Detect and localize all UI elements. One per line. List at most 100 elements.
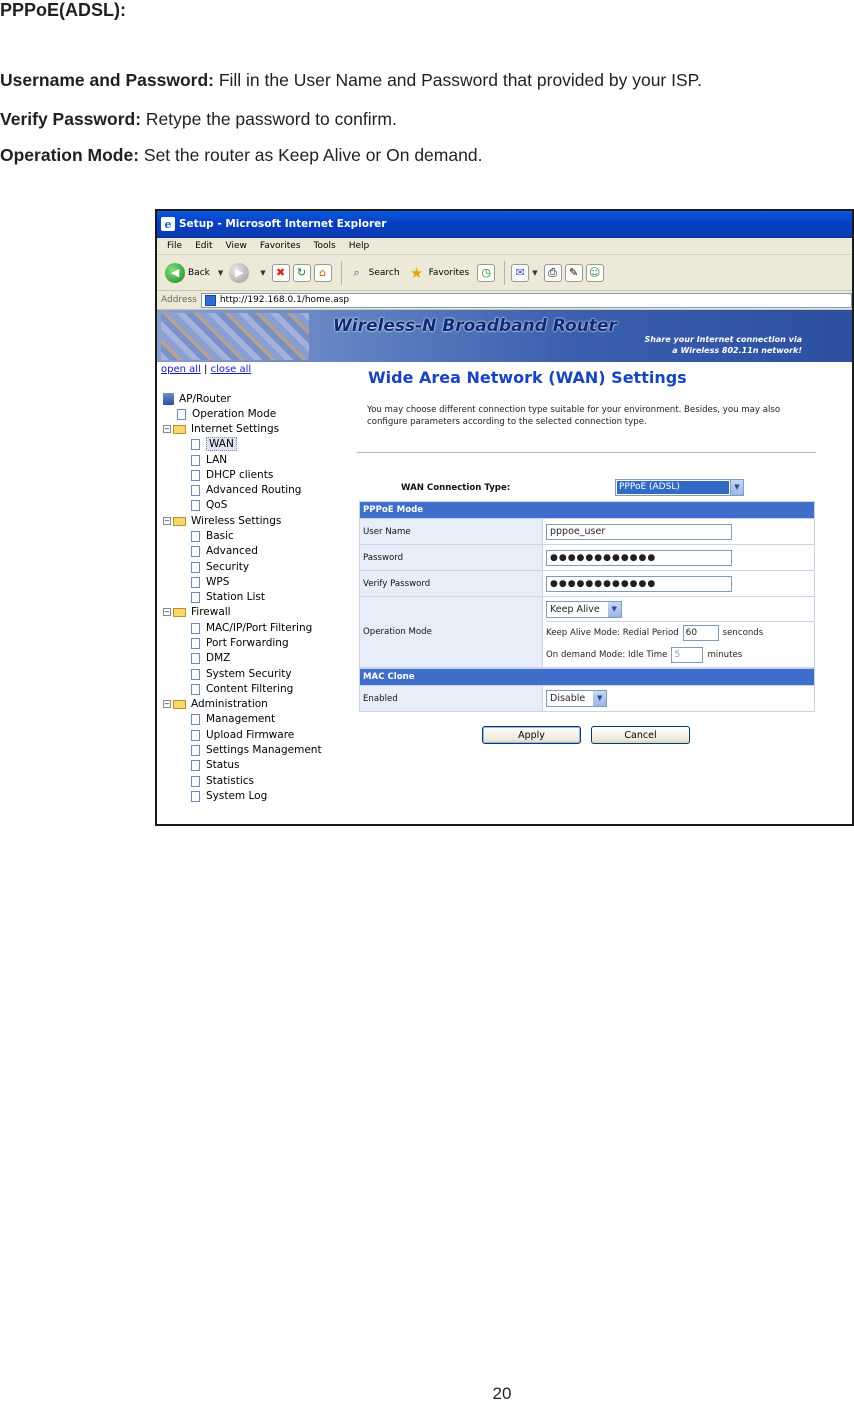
back-dropdown-icon[interactable]: ▼ <box>218 269 223 277</box>
dropdown-arrow-icon: ▼ <box>593 691 607 706</box>
wan-page-title: Wide Area Network (WAN) Settings <box>368 368 687 387</box>
tree-wan[interactable]: WAN <box>191 437 237 451</box>
forward-dropdown-icon[interactable]: ▼ <box>260 269 265 277</box>
tree-root[interactable]: AP/Router <box>163 392 231 406</box>
desc-verify: Retype the password to confirm. <box>141 109 397 129</box>
open-all-link[interactable]: open all <box>161 364 201 375</box>
menu-tools[interactable]: Tools <box>314 241 336 251</box>
menu-file[interactable]: File <box>167 241 182 251</box>
search-label: Search <box>368 267 400 278</box>
page-icon <box>191 530 200 542</box>
banner-tagline-line2: a Wireless 802.11n network! <box>672 346 802 355</box>
back-button[interactable]: ◀ Back <box>165 262 210 283</box>
apply-button[interactable]: Apply <box>482 726 581 744</box>
collapse-icon[interactable]: − <box>163 425 171 433</box>
mac-clone-enabled-label: Enabled <box>359 685 543 712</box>
folder-icon <box>173 516 186 526</box>
keepalive-row: Keep Alive Mode: Redial Period 60 sencon… <box>546 622 814 644</box>
tree-advanced-routing[interactable]: Advanced Routing <box>191 483 301 497</box>
menu-view[interactable]: View <box>226 241 247 251</box>
stop-icon[interactable]: ✖ <box>271 263 290 282</box>
tree-label: Security <box>206 561 250 573</box>
tree-operation-mode[interactable]: Operation Mode <box>177 407 276 421</box>
tree-internet-settings[interactable]: − Internet Settings <box>163 422 279 436</box>
tree-wps[interactable]: WPS <box>191 575 229 589</box>
tree-statistics[interactable]: Statistics <box>191 774 254 788</box>
collapse-icon[interactable]: − <box>163 700 171 708</box>
ondemand-unit: minutes <box>707 650 743 660</box>
verify-password-label: Verify Password <box>359 570 543 597</box>
tree-system-security[interactable]: System Security <box>191 667 292 681</box>
tree-wireless-settings[interactable]: − Wireless Settings <box>163 514 281 528</box>
history-icon[interactable]: ◷ <box>477 263 496 282</box>
tree-settings-management[interactable]: Settings Management <box>191 743 322 757</box>
tree-security[interactable]: Security <box>191 560 249 574</box>
ie-logo-icon: e <box>161 217 175 231</box>
tree-root-label: AP/Router <box>179 393 231 405</box>
tree-dhcp-clients[interactable]: DHCP clients <box>191 468 273 482</box>
redial-period-input[interactable]: 60 <box>682 625 719 641</box>
dropdown-arrow-icon[interactable]: ▼ <box>730 480 743 495</box>
tree-qos[interactable]: QoS <box>191 498 227 512</box>
print-icon[interactable]: ⎙ <box>543 263 562 282</box>
operation-mode-select[interactable]: Keep Alive ▼ <box>546 601 622 618</box>
password-input[interactable]: ●●●●●●●●●●●● <box>546 549 732 566</box>
operation-mode-label: Operation Mode <box>359 596 543 668</box>
tree-lan[interactable]: LAN <box>191 453 227 467</box>
tree-mac-ip-port-filtering[interactable]: MAC/IP/Port Filtering <box>191 621 312 635</box>
mac-clone-select[interactable]: Disable ▼ <box>546 690 608 707</box>
menu-favorites[interactable]: Favorites <box>260 241 301 251</box>
address-input[interactable]: http://192.168.0.1/home.asp <box>200 292 852 308</box>
messenger-icon[interactable]: ☺ <box>585 263 604 282</box>
menu-edit[interactable]: Edit <box>195 241 212 251</box>
search-button[interactable]: ⌕ Search <box>348 264 400 282</box>
home-icon[interactable]: ⌂ <box>313 263 332 282</box>
banner-photo <box>161 313 309 360</box>
collapse-icon[interactable]: − <box>163 517 171 525</box>
ondemand-row: On demand Mode: Idle Time 5 minutes <box>546 644 814 666</box>
tree-system-log[interactable]: System Log <box>191 789 267 803</box>
toolbar-separator <box>504 260 506 285</box>
username-input[interactable]: pppoe_user <box>546 523 732 540</box>
pppoe-table: PPPoE Mode User Name pppoe_user Password… <box>359 501 815 668</box>
term-username: Username and Password: <box>0 70 214 90</box>
page-icon <box>191 790 200 802</box>
tree-management[interactable]: Management <box>191 712 275 726</box>
tree-status[interactable]: Status <box>191 758 239 772</box>
tree-advanced[interactable]: Advanced <box>191 544 258 558</box>
tree-port-forwarding[interactable]: Port Forwarding <box>191 636 289 650</box>
tree-firewall[interactable]: − Firewall <box>163 605 231 619</box>
close-all-link[interactable]: close all <box>211 364 252 375</box>
dropdown-arrow-icon: ▼ <box>607 602 621 617</box>
tree-station-list[interactable]: Station List <box>191 590 265 604</box>
page-number: 20 <box>492 1384 512 1401</box>
connection-type-select[interactable]: PPPoE (ADSL) ▼ <box>615 479 744 496</box>
page-icon <box>191 759 200 771</box>
tree-upload-firmware[interactable]: Upload Firmware <box>191 728 294 742</box>
menu-help[interactable]: Help <box>349 241 370 251</box>
mail-dropdown-icon[interactable]: ▼ <box>532 269 537 277</box>
page-icon <box>191 637 200 649</box>
keepalive-unit: senconds <box>722 628 764 638</box>
page-icon <box>191 499 200 511</box>
edit-icon[interactable]: ✎ <box>564 263 583 282</box>
address-label: Address <box>161 295 197 305</box>
mail-icon[interactable]: ✉ <box>511 263 530 282</box>
verify-password-input[interactable]: ●●●●●●●●●●●● <box>546 575 732 592</box>
cancel-button[interactable]: Cancel <box>591 726 690 744</box>
tree-administration[interactable]: − Administration <box>163 697 268 711</box>
refresh-icon[interactable]: ↻ <box>292 263 311 282</box>
window-title: Setup - Microsoft Internet Explorer <box>179 218 387 230</box>
tree-label: Settings Management <box>206 744 322 756</box>
tree-content-filtering[interactable]: Content Filtering <box>191 682 293 696</box>
forward-button[interactable]: ▶ <box>229 262 252 283</box>
idle-time-input[interactable]: 5 <box>671 647 704 663</box>
favorites-button[interactable]: ★ Favorites <box>408 263 469 282</box>
folder-icon <box>173 607 186 617</box>
star-icon: ★ <box>409 263 424 282</box>
banner-tagline: Share your Internet connection via a Wir… <box>645 334 802 356</box>
page-icon <box>191 622 200 634</box>
collapse-icon[interactable]: − <box>163 608 171 616</box>
tree-dmz[interactable]: DMZ <box>191 651 230 665</box>
tree-basic[interactable]: Basic <box>191 529 234 543</box>
